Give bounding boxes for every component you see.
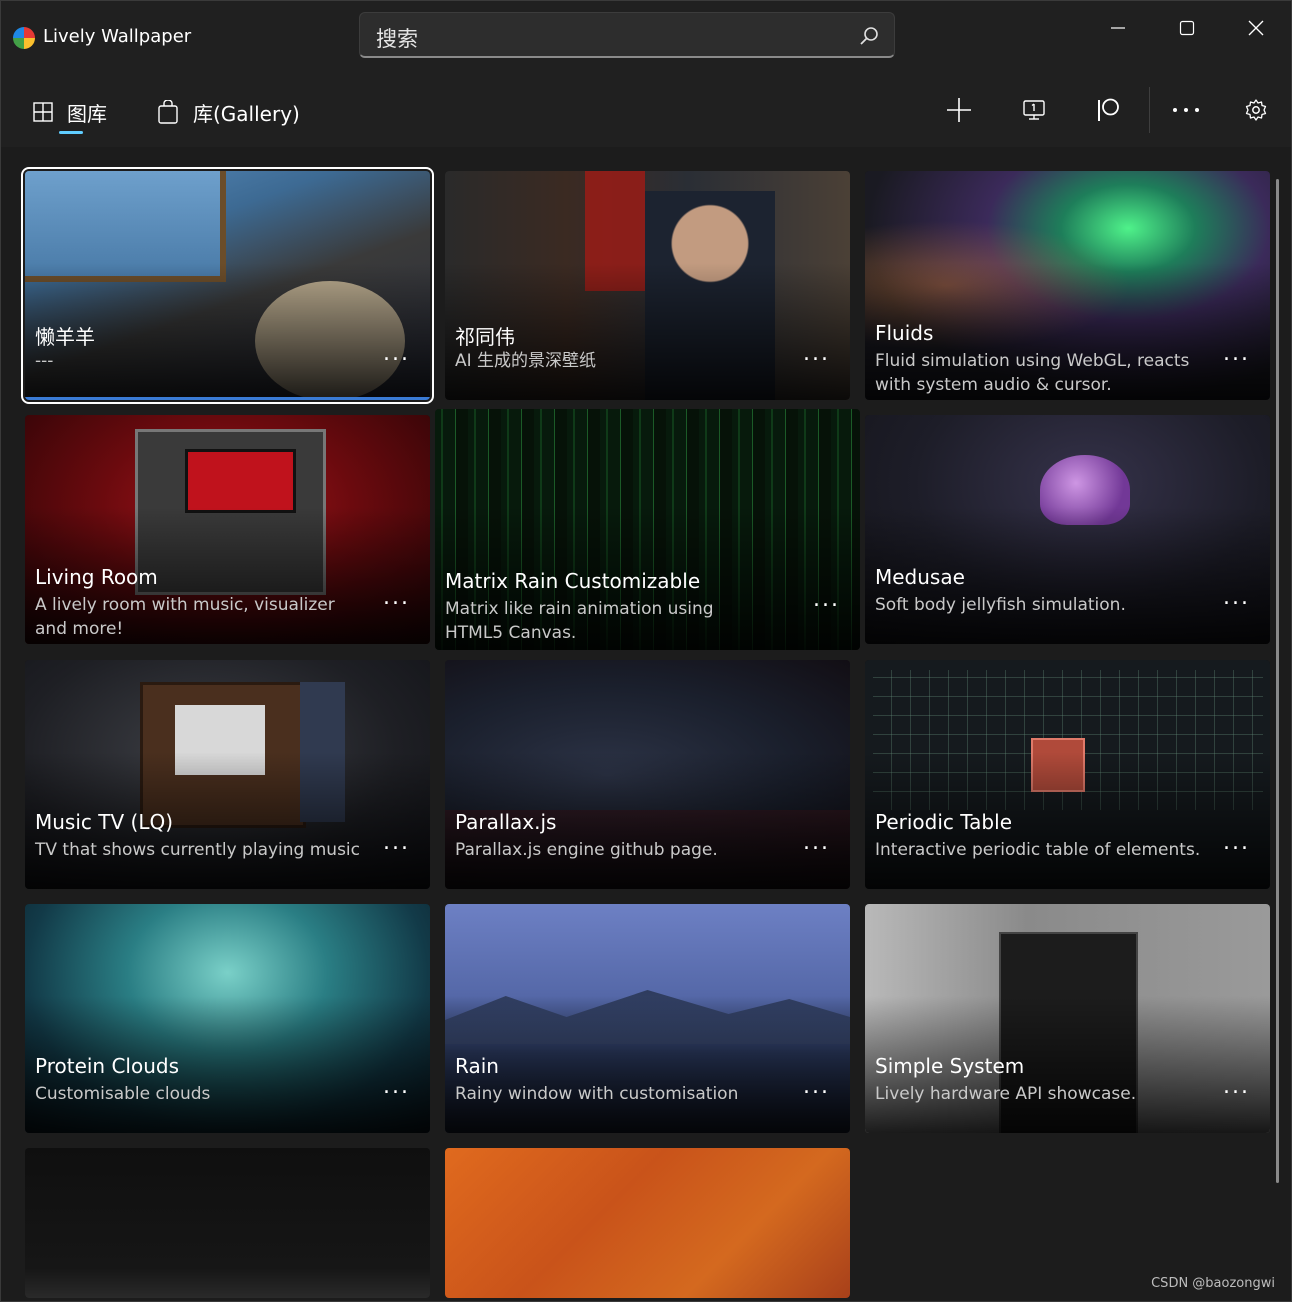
wallpaper-card[interactable]: Matrix Rain Customizable Matrix like rai…	[435, 409, 860, 650]
search-input[interactable]: 搜索	[359, 12, 895, 58]
card-title: Parallax.js	[455, 810, 557, 834]
app-window: Lively Wallpaper 搜索 图库 库(Gallery) 懒羊羊 --…	[0, 0, 1292, 1302]
wallpaper-card[interactable]: Medusae Soft body jellyfish simulation. …	[865, 415, 1270, 644]
wallpaper-card[interactable]: Parallax.js Parallax.js engine github pa…	[445, 660, 850, 889]
patreon-button[interactable]	[1086, 93, 1130, 127]
ellipsis-icon	[1173, 108, 1199, 112]
wallpaper-card[interactable]: Protein Clouds Customisable clouds ...	[25, 904, 430, 1133]
wallpaper-card[interactable]: Periodic Table Interactive periodic tabl…	[865, 660, 1270, 889]
card-description: ---	[35, 351, 54, 371]
vertical-scrollbar[interactable]	[1276, 179, 1279, 1183]
card-description: Interactive periodic table of elements.	[875, 840, 1201, 860]
shopping-bag-icon	[158, 100, 178, 124]
card-more-button[interactable]: ...	[383, 585, 410, 610]
tab-library-label: 图库	[67, 101, 107, 126]
tab-gallery[interactable]: 库(Gallery)	[157, 95, 300, 129]
more-options-button[interactable]	[1164, 93, 1208, 127]
app-title: Lively Wallpaper	[43, 26, 192, 47]
card-more-button[interactable]: ...	[1223, 585, 1250, 610]
card-description: A lively room with music, visualizer and…	[35, 595, 335, 639]
card-title: Matrix Rain Customizable	[445, 569, 701, 593]
card-title: Medusae	[875, 565, 965, 589]
wallpaper-card[interactable]: 祁同伟 AI 生成的景深壁纸 ...	[445, 171, 850, 400]
wallpaper-card[interactable]: Simple System Lively hardware API showca…	[865, 904, 1270, 1133]
toolbar-separator	[1149, 87, 1150, 133]
minimize-button[interactable]	[1095, 13, 1141, 43]
card-more-button[interactable]: ...	[1223, 341, 1250, 366]
tab-gallery-label: 库(Gallery)	[193, 101, 300, 126]
card-description: Customisable clouds	[35, 1084, 211, 1104]
tab-library[interactable]: 图库	[33, 95, 107, 129]
card-more-button[interactable]: ...	[1223, 830, 1250, 855]
card-more-button[interactable]: ...	[803, 1074, 830, 1099]
lively-logo-icon	[13, 27, 35, 49]
card-description: Fluid simulation using WebGL, reacts wit…	[875, 351, 1190, 395]
card-description: Parallax.js engine github page.	[455, 840, 718, 860]
settings-button[interactable]	[1234, 93, 1278, 127]
screen-layout-button[interactable]	[1012, 93, 1056, 127]
wallpaper-card[interactable]: Rain Rainy window with customisation ...	[445, 904, 850, 1133]
card-more-button[interactable]: ...	[803, 341, 830, 366]
card-title: Protein Clouds	[35, 1054, 180, 1078]
close-icon	[1248, 20, 1264, 36]
card-title: Simple System	[875, 1054, 1025, 1078]
close-button[interactable]	[1233, 13, 1279, 43]
active-tab-indicator	[59, 131, 83, 134]
search-icon[interactable]	[858, 25, 880, 47]
wallpaper-card[interactable]	[25, 1148, 430, 1298]
card-description: Matrix like rain animation using HTML5 C…	[445, 599, 714, 643]
card-more-button[interactable]: ...	[383, 830, 410, 855]
card-description: TV that shows currently playing music	[35, 840, 361, 860]
monitor-icon	[1023, 100, 1045, 120]
card-title: Rain	[455, 1054, 499, 1078]
wallpaper-card[interactable]: 懒羊羊 --- ...	[21, 167, 434, 404]
card-title: Living Room	[35, 565, 158, 589]
grid-icon	[33, 102, 53, 122]
minimize-icon	[1111, 27, 1125, 29]
watermark: CSDN @baozongwi	[1151, 1276, 1275, 1291]
card-more-button[interactable]: ...	[383, 1074, 410, 1099]
card-description: Lively hardware API showcase.	[875, 1084, 1137, 1104]
card-title: Periodic Table	[875, 810, 1012, 834]
selected-indicator	[25, 397, 430, 400]
card-title: Music TV (LQ)	[35, 810, 174, 834]
card-description: Rainy window with customisation	[455, 1084, 739, 1104]
add-wallpaper-button[interactable]	[937, 93, 981, 127]
card-description: Soft body jellyfish simulation.	[875, 595, 1126, 615]
wallpaper-grid: 懒羊羊 --- ... 祁同伟 AI 生成的景深壁纸 ... Fluids Fl…	[1, 147, 1291, 1301]
maximize-button[interactable]	[1164, 13, 1210, 43]
wallpaper-card[interactable]: Fluids Fluid simulation using WebGL, rea…	[865, 171, 1270, 400]
card-more-button[interactable]: ...	[803, 830, 830, 855]
card-title: 祁同伟	[455, 325, 515, 349]
wallpaper-card[interactable]: Music TV (LQ) TV that shows currently pl…	[25, 660, 430, 889]
card-title: 懒羊羊	[35, 325, 95, 349]
wallpaper-card[interactable]	[445, 1148, 850, 1298]
card-description: AI 生成的景深壁纸	[455, 351, 597, 371]
card-more-button[interactable]: ...	[1223, 1074, 1250, 1099]
title-bar: Lively Wallpaper 搜索	[1, 1, 1291, 75]
wallpaper-card[interactable]: Living Room A lively room with music, vi…	[25, 415, 430, 644]
search-placeholder: 搜索	[376, 27, 418, 51]
plus-icon	[947, 98, 971, 122]
patreon-icon	[1098, 98, 1119, 121]
card-more-button[interactable]: ...	[383, 341, 410, 366]
nav-bar: 图库 库(Gallery)	[1, 79, 1291, 145]
card-more-button[interactable]: ...	[813, 587, 840, 612]
maximize-icon	[1179, 20, 1195, 36]
gear-icon	[1245, 99, 1267, 121]
card-title: Fluids	[875, 321, 934, 345]
